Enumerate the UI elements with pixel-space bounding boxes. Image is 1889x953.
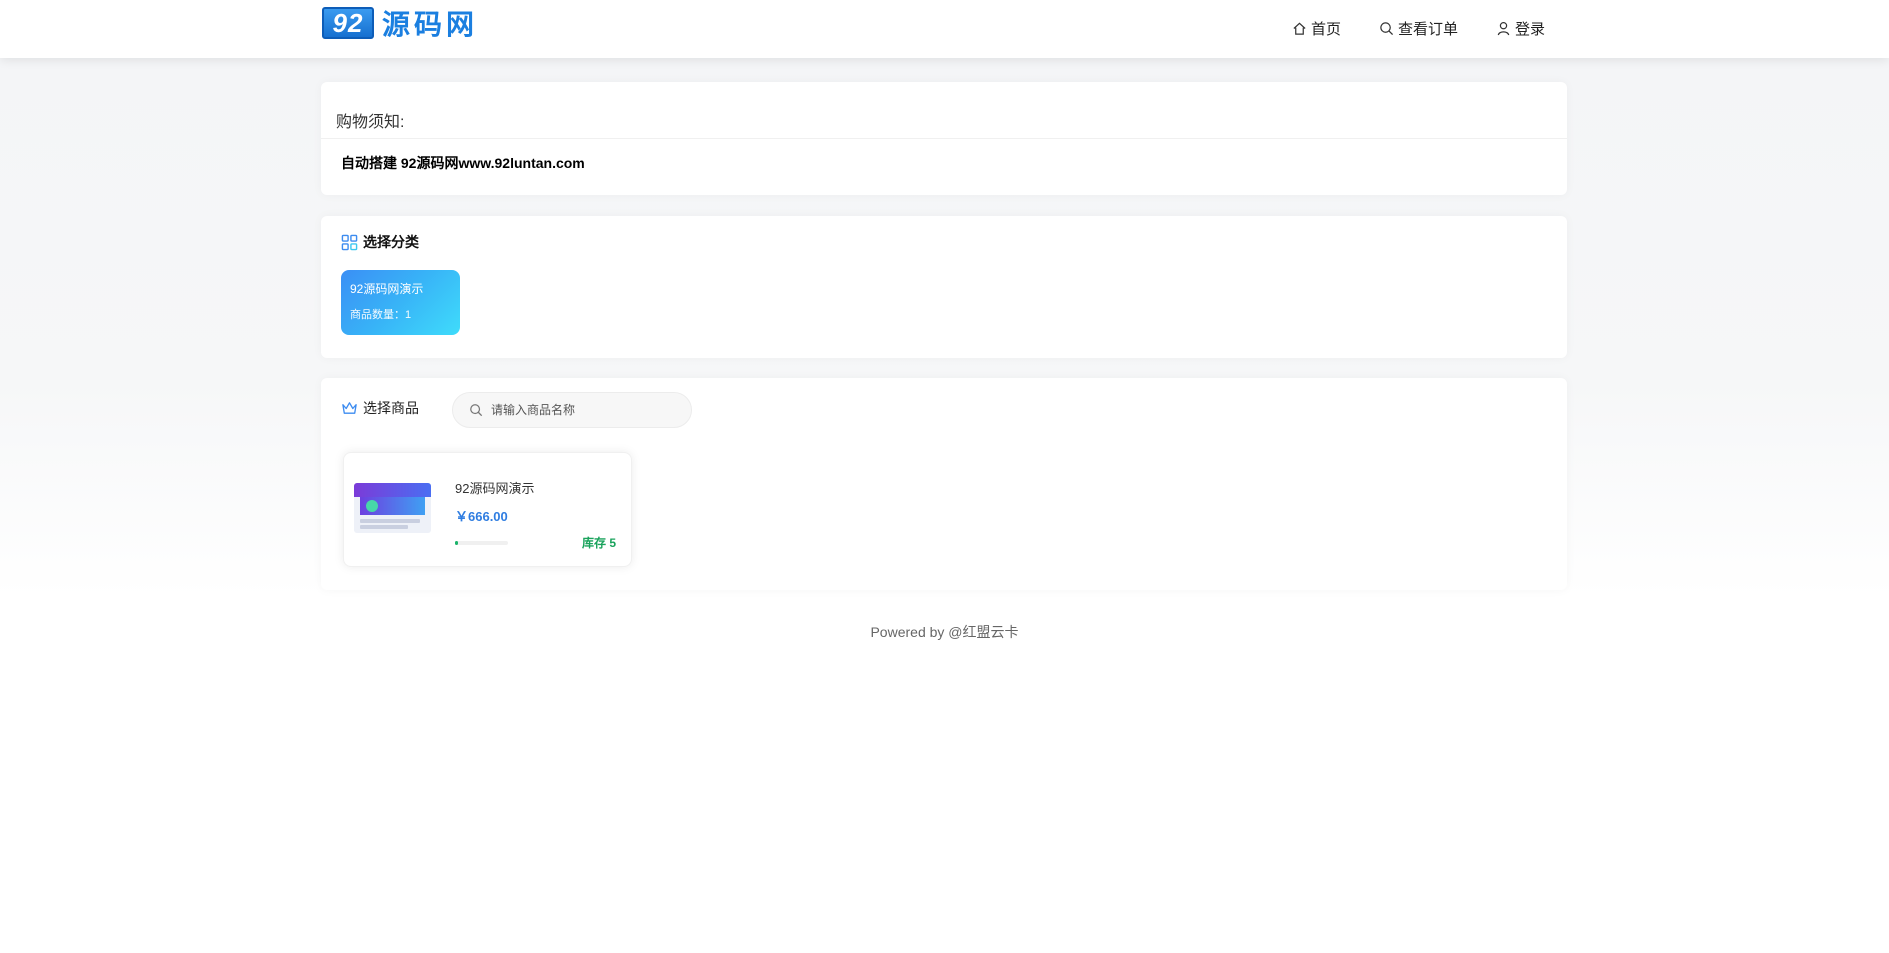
notice-body: 自动搭建 92源码网www.92luntan.com: [341, 155, 585, 171]
category-heading: 选择分类: [341, 232, 419, 252]
top-nav: 首页 查看订单 登录: [1292, 18, 1545, 39]
category-card: 选择分类 92源码网演示 商品数量：1: [321, 216, 1567, 358]
user-icon: [1497, 21, 1510, 36]
category-tile[interactable]: 92源码网演示 商品数量：1: [341, 270, 460, 335]
notice-card: 购物须知: 自动搭建 92源码网www.92luntan.com: [321, 82, 1567, 195]
nav-orders[interactable]: 查看订单: [1379, 18, 1458, 39]
search-icon: [1380, 22, 1394, 36]
logo-text: 源码网: [382, 8, 479, 41]
search-icon: [470, 404, 483, 417]
goods-search[interactable]: [452, 392, 692, 428]
search-input[interactable]: [491, 403, 671, 417]
stock-progress: [455, 541, 508, 545]
goods-heading-label: 选择商品: [363, 400, 419, 416]
logo-badge: 92: [322, 7, 374, 39]
nav-login-label: 登录: [1514, 21, 1545, 38]
product-card[interactable]: 92源码网演示 ￥666.00 库存 5: [343, 452, 632, 567]
home-icon: [1293, 22, 1306, 35]
goods-heading: 选择商品: [341, 398, 419, 418]
nav-home-label: 首页: [1310, 21, 1341, 38]
category-icon: [341, 234, 358, 250]
category-count: 商品数量：1: [350, 309, 412, 321]
nav-home[interactable]: 首页: [1292, 18, 1341, 39]
footer-text: Powered by @红盟云卡: [870, 624, 1019, 640]
crown-icon: [342, 401, 357, 414]
product-price: ￥666.00: [455, 509, 508, 524]
site-logo[interactable]: 92 源码网: [322, 6, 479, 41]
notice-title: 购物须知:: [321, 82, 1567, 139]
header: 92 源码网 首页 查看订单 登录: [0, 0, 1889, 58]
category-heading-label: 选择分类: [363, 234, 419, 250]
category-name: 92源码网演示: [350, 282, 424, 296]
product-stock: 库存 5: [581, 536, 616, 550]
product-thumbnail: [354, 483, 431, 533]
nav-login[interactable]: 登录: [1496, 18, 1545, 39]
product-name: 92源码网演示: [455, 481, 535, 496]
goods-card: 选择商品 92源码网演示 ￥666.00 库存 5: [321, 378, 1567, 590]
nav-orders-label: 查看订单: [1397, 21, 1458, 38]
